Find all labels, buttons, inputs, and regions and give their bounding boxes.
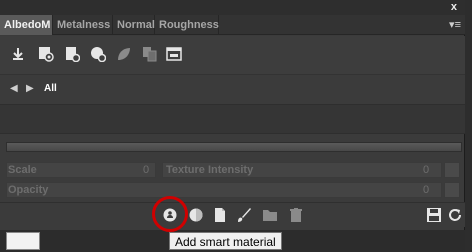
opacity-field[interactable] xyxy=(6,182,442,198)
texture-intensity-label: Texture Intensity xyxy=(166,164,254,176)
breadcrumb-nav: ◀ ▶ All xyxy=(0,74,465,104)
duplicate-icon[interactable] xyxy=(142,46,158,62)
close-icon[interactable]: x xyxy=(451,0,457,14)
nav-forward-icon[interactable]: ▶ xyxy=(26,83,34,94)
layer-panel: x AlbedoM Metalness Normal Roughness ▾≡ xyxy=(0,0,465,230)
download-icon[interactable] xyxy=(10,46,26,62)
top-toolbar xyxy=(0,36,465,74)
nav-back-icon[interactable]: ◀ xyxy=(10,83,18,94)
scale-label-overlay: Scale xyxy=(8,164,37,176)
breadcrumb-current[interactable]: All xyxy=(44,83,57,94)
properties-panel: Scale Scale 0 Texture Intensity 0 Opacit… xyxy=(0,158,465,200)
tab-metalness[interactable]: Metalness xyxy=(53,15,113,35)
tab-albedom[interactable]: AlbedoM xyxy=(0,15,53,35)
tab-normal[interactable]: Normal xyxy=(113,15,155,35)
save-icon[interactable] xyxy=(426,207,442,223)
channel-tabs: AlbedoM Metalness Normal Roughness ▾≡ xyxy=(0,15,465,35)
leaf-brush-icon[interactable] xyxy=(116,46,132,62)
add-folder-icon[interactable] xyxy=(262,207,278,223)
tab-menu-icon[interactable]: ▾≡ xyxy=(449,18,461,32)
texture-intensity-picker[interactable] xyxy=(444,162,460,178)
tooltip: Add smart material xyxy=(169,232,282,250)
panel-scrollbar[interactable] xyxy=(465,0,472,252)
tab-roughness[interactable]: Roughness xyxy=(155,15,219,35)
add-material-icon[interactable] xyxy=(188,207,204,223)
window-icon[interactable] xyxy=(166,46,182,62)
layer-list-area xyxy=(0,104,465,134)
save-gear-icon[interactable] xyxy=(38,46,54,62)
opacity-label: Opacity xyxy=(8,184,49,196)
add-brush-icon[interactable] xyxy=(90,46,106,62)
texture-intensity-value[interactable]: 0 xyxy=(416,164,436,176)
texture-thumbnail xyxy=(6,232,40,250)
opacity-picker[interactable] xyxy=(444,182,460,198)
delete-icon[interactable] xyxy=(288,207,304,223)
add-layer-icon[interactable] xyxy=(212,207,228,223)
refresh-icon[interactable] xyxy=(447,207,463,223)
app-window: x AlbedoM Metalness Normal Roughness ▾≡ xyxy=(0,0,472,252)
add-brush-layer-icon[interactable] xyxy=(236,207,252,223)
gradient-slider[interactable] xyxy=(6,142,462,152)
title-bar: x xyxy=(0,0,465,15)
highlight-ring xyxy=(152,196,188,232)
opacity-value[interactable]: 0 xyxy=(416,184,436,196)
bottom-toolbar xyxy=(0,202,465,227)
scale-value[interactable]: 0 xyxy=(136,164,156,176)
export-texture-icon[interactable] xyxy=(64,46,80,62)
